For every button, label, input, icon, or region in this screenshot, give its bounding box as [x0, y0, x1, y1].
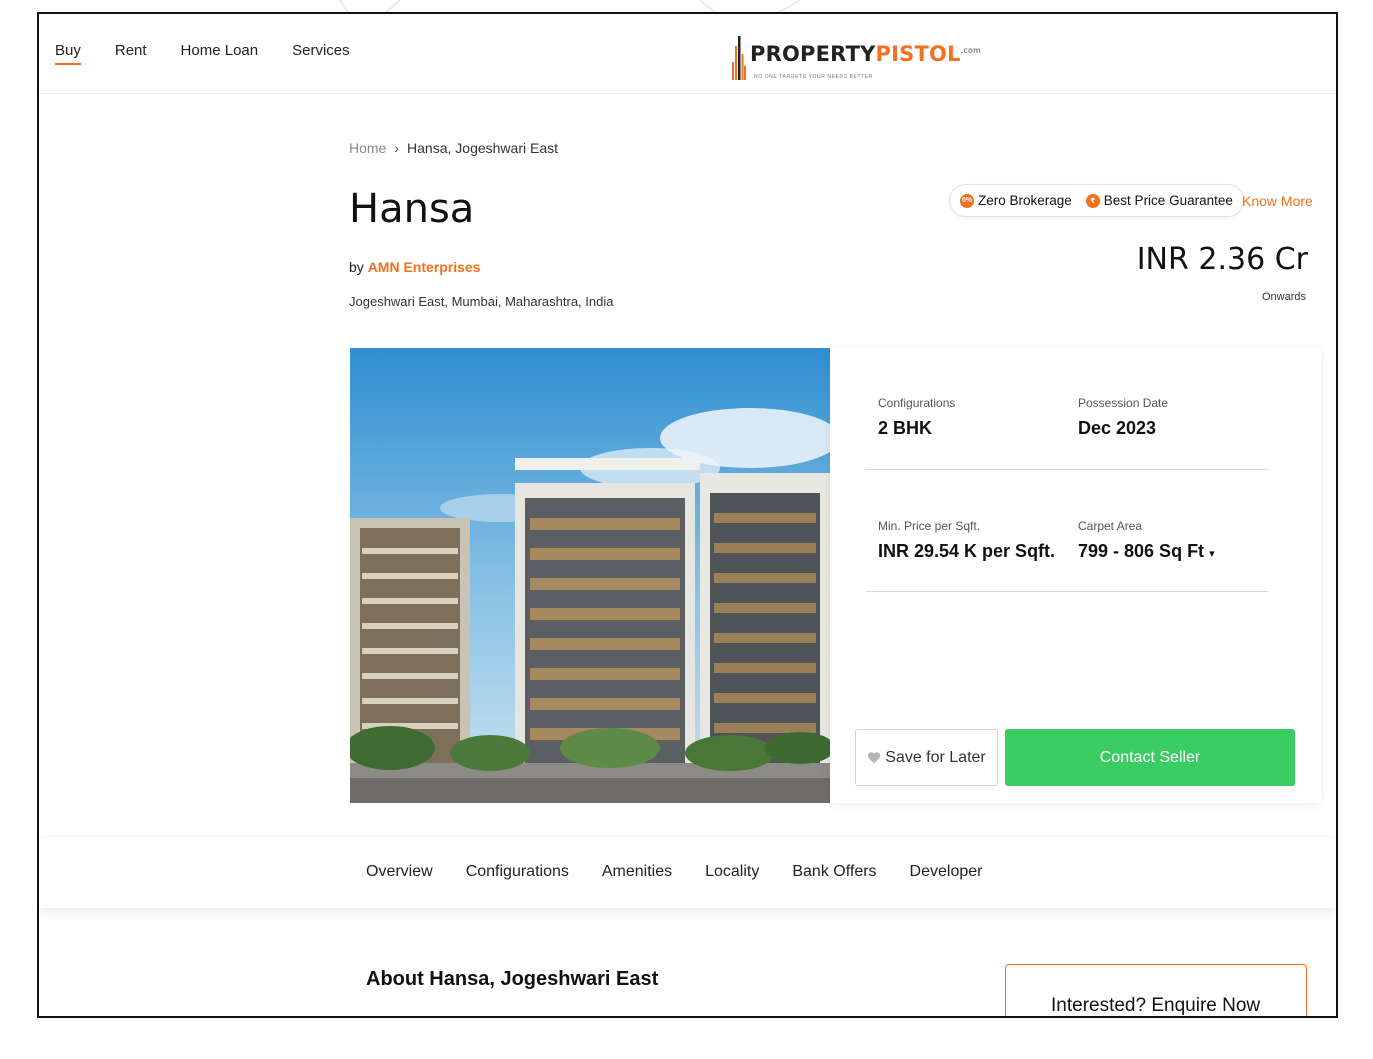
- caret-down-icon: ▾: [1209, 548, 1215, 560]
- nav-rent[interactable]: Rent: [115, 42, 147, 65]
- tab-configurations[interactable]: Configurations: [466, 863, 569, 881]
- know-more-link[interactable]: Know More: [1242, 193, 1313, 209]
- zero-brokerage-label: Zero Brokerage: [978, 193, 1072, 208]
- nav-home-loan[interactable]: Home Loan: [181, 42, 259, 65]
- min-price-value: INR 29.54 K per Sqft.: [878, 541, 1056, 561]
- configurations-cell: Configurations 2 BHK: [878, 396, 955, 439]
- info-divider: [866, 591, 1268, 592]
- info-divider: [866, 469, 1268, 470]
- best-price-label: Best Price Guarantee: [1103, 193, 1233, 208]
- configurations-label: Configurations: [878, 396, 956, 410]
- save-for-later-label: Save for Later: [885, 748, 986, 766]
- project-price: INR 2.36 Cr: [1136, 242, 1308, 277]
- breadcrumb: Home › Hansa, Jogeshwari East: [349, 140, 558, 156]
- zero-brokerage-icon: 0%: [960, 193, 974, 208]
- logo-tagline: NO ONE TARGETS YOUR NEEDS BETTER: [754, 74, 873, 80]
- developer-link[interactable]: AMN Enterprises: [368, 259, 481, 275]
- section-tabs: Overview Configurations Amenities Locali…: [366, 863, 1015, 881]
- carpet-area-cell[interactable]: Carpet Area 799 - 806 Sq Ft ▾: [1078, 519, 1215, 562]
- contact-seller-button[interactable]: Contact Seller: [1005, 729, 1295, 786]
- configurations-value: 2 BHK: [878, 418, 933, 438]
- best-price-badge: ₹ Best Price Guarantee: [1085, 193, 1233, 208]
- browser-viewport: Buy Rent Home Loan Services PROPERTYPIST…: [37, 12, 1338, 1018]
- section-tabs-bar: Overview Configurations Amenities Locali…: [39, 836, 1336, 908]
- nav-services[interactable]: Services: [292, 42, 350, 65]
- benefits-badge: 0% Zero Brokerage ₹ Best Price Guarantee: [949, 184, 1244, 217]
- tab-locality[interactable]: Locality: [705, 863, 759, 881]
- min-price-cell: Min. Price per Sqft. INR 29.54 K per Sqf…: [878, 519, 1055, 562]
- tab-bank-offers[interactable]: Bank Offers: [792, 863, 876, 881]
- breadcrumb-current: Hansa, Jogeshwari East: [407, 140, 558, 156]
- carpet-area-value[interactable]: 799 - 806 Sq Ft ▾: [1078, 541, 1215, 562]
- tab-developer[interactable]: Developer: [910, 863, 983, 881]
- possession-cell: Possession Date Dec 2023: [1078, 396, 1168, 439]
- logo-wordmark: PROPERTYPISTOL.com: [750, 42, 982, 66]
- tab-overview[interactable]: Overview: [366, 863, 433, 881]
- rupee-icon: ₹: [1085, 193, 1100, 208]
- zero-brokerage-badge: 0% Zero Brokerage: [960, 193, 1072, 208]
- by-prefix: by: [349, 259, 364, 275]
- page-title: Hansa: [349, 186, 475, 232]
- possession-value: Dec 2023: [1078, 418, 1157, 438]
- project-info-card: Configurations 2 BHK Possession Date Dec…: [830, 348, 1321, 803]
- enquire-panel[interactable]: Interested? Enquire Now: [1005, 964, 1307, 1016]
- carpet-area-label: Carpet Area: [1078, 519, 1143, 533]
- possession-label: Possession Date: [1078, 396, 1169, 410]
- breadcrumb-home[interactable]: Home: [349, 140, 386, 156]
- nav-buy[interactable]: Buy: [55, 42, 81, 65]
- save-for-later-button[interactable]: Save for Later: [855, 729, 998, 786]
- logo-bars-icon: [732, 36, 746, 80]
- project-location: Jogeshwari East, Mumbai, Maharashtra, In…: [349, 294, 614, 309]
- developer-line: by AMN Enterprises: [349, 259, 481, 275]
- tab-amenities[interactable]: Amenities: [602, 863, 672, 881]
- main-nav: Buy Rent Home Loan Services: [55, 42, 384, 65]
- enquire-heading: Interested? Enquire Now: [1051, 995, 1261, 1016]
- about-heading: About Hansa, Jogeshwari East: [366, 968, 659, 990]
- site-logo[interactable]: PROPERTYPISTOL.com NO ONE TARGETS YOUR N…: [732, 32, 981, 88]
- project-photo[interactable]: [350, 348, 830, 803]
- site-header: Buy Rent Home Loan Services PROPERTYPIST…: [39, 14, 1336, 94]
- heart-icon: [868, 752, 881, 764]
- breadcrumb-separator-icon: ›: [394, 140, 400, 156]
- price-onwards: Onwards: [1261, 291, 1306, 303]
- min-price-label: Min. Price per Sqft.: [878, 519, 981, 533]
